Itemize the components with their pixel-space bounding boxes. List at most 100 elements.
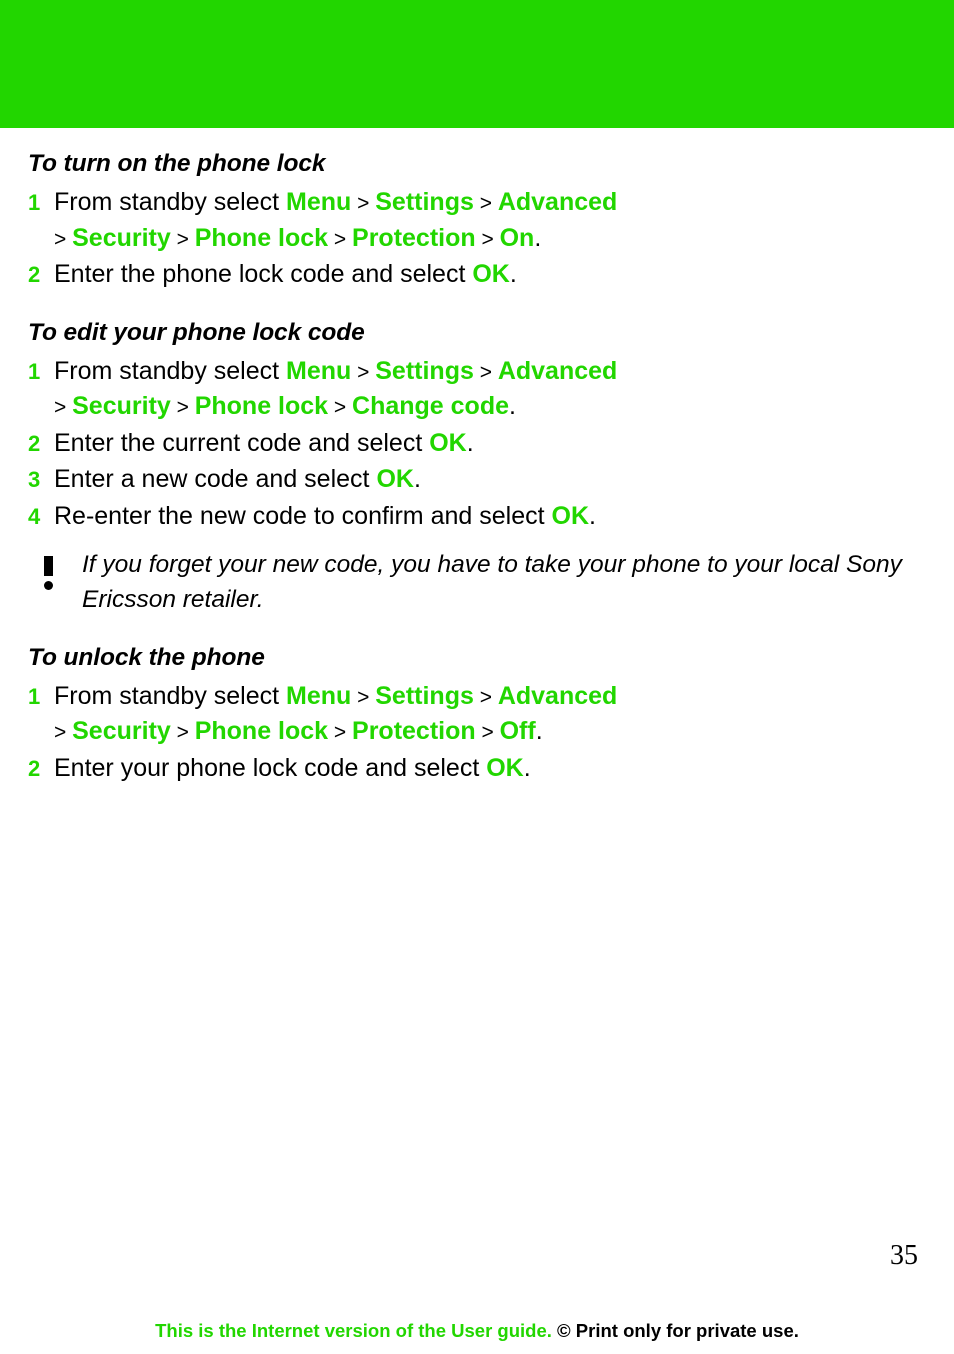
menu-path-item: OK xyxy=(486,753,524,782)
path-separator: > xyxy=(475,721,500,745)
page-number: 35 xyxy=(890,1240,918,1271)
procedure-section: To unlock the phone 1 From standby select … xyxy=(28,644,928,787)
menu-path-item: Settings xyxy=(375,356,474,385)
step-text-fragment: From standby select xyxy=(54,681,287,710)
step-text-fragment: . xyxy=(534,223,542,252)
section-title: To unlock the phone xyxy=(28,643,265,671)
step-number: 2 xyxy=(28,755,41,781)
menu-path-item: Protection xyxy=(352,223,476,252)
procedure-step: 1 From standby select Menu > Settings > A… xyxy=(28,354,928,425)
step-text-fragment: . xyxy=(509,260,517,288)
path-separator: > xyxy=(351,360,376,384)
menu-path-item: OK xyxy=(429,428,467,457)
step-text: Enter your phone lock code and select OK… xyxy=(54,751,928,787)
path-separator: > xyxy=(351,192,376,215)
procedure-step: 3 Enter a new code and select OK. xyxy=(28,462,928,498)
step-text: From standby select Menu > Settings > Ad… xyxy=(54,354,928,425)
procedure-section: To edit your phone lock code 1 From standb… xyxy=(28,319,928,618)
path-separator: > xyxy=(170,396,195,419)
step-text-fragment: Enter the current code and select xyxy=(54,428,430,457)
path-separator: > xyxy=(473,360,498,384)
menu-path-item: Protection xyxy=(352,717,476,746)
step-text-fragment: . xyxy=(589,501,596,530)
top-banner xyxy=(0,0,954,128)
step-text-fragment: . xyxy=(523,753,531,782)
menu-path-item: Menu xyxy=(286,681,352,710)
step-text: From standby select Menu > Settings > Ad… xyxy=(54,185,928,256)
menu-path-item: Change code xyxy=(352,392,510,420)
path-separator: > xyxy=(328,227,353,251)
procedure-step: 1 From standby select Menu > Settings > A… xyxy=(28,679,928,750)
step-text-fragment: . xyxy=(535,717,543,746)
procedure-section: To turn on the phone lock 1 From standby s… xyxy=(28,150,928,293)
step-text-fragment: Enter your phone lock code and select xyxy=(54,753,487,782)
path-separator: > xyxy=(170,227,195,251)
path-separator: > xyxy=(54,721,73,745)
step-number: 2 xyxy=(28,262,41,287)
path-separator: > xyxy=(54,396,73,419)
footer-notice: This is the Internet version of the User… xyxy=(0,1320,954,1342)
menu-path-item: Menu xyxy=(286,356,352,385)
exclamation-icon xyxy=(28,548,82,592)
exclamation-dot xyxy=(44,581,53,590)
path-separator: > xyxy=(170,721,195,745)
path-separator: > xyxy=(54,227,73,251)
section-title: To edit your phone lock code xyxy=(28,318,365,346)
procedure-step: 2 Enter the phone lock code and select OK… xyxy=(28,257,928,293)
step-text-fragment: Enter the phone lock code and select xyxy=(54,260,473,288)
step-number: 1 xyxy=(28,683,41,709)
menu-path-item: Menu xyxy=(286,188,352,216)
path-separator: > xyxy=(475,227,500,251)
procedure-step: 1 From standby select Menu > Settings > A… xyxy=(28,185,928,256)
menu-path-item: On xyxy=(499,223,535,252)
procedure-step: 2 Enter the current code and select OK. xyxy=(28,426,928,462)
path-separator: > xyxy=(473,192,498,215)
note-callout: If you forget your new code, you have to… xyxy=(28,548,928,618)
step-text-fragment: Re-enter the new code to confirm and sel… xyxy=(54,501,552,530)
step-text-fragment: From standby select xyxy=(54,356,287,385)
page-content: To turn on the phone lock 1 From standby s… xyxy=(28,150,928,800)
section-title: To turn on the phone lock xyxy=(28,150,326,177)
step-number: 1 xyxy=(28,190,41,215)
footer-text-part1: This is the Internet version of the User… xyxy=(155,1320,558,1341)
step-text-fragment: Enter a new code and select xyxy=(54,465,377,493)
sections-host: To turn on the phone lock 1 From standby s… xyxy=(28,150,928,786)
menu-path-item: OK xyxy=(376,465,414,493)
procedure-step: 2 Enter your phone lock code and select O… xyxy=(28,751,928,787)
menu-path-item: Advanced xyxy=(497,188,618,216)
menu-path-item: OK xyxy=(472,260,510,288)
footer-text-part2: © Print only for private use. xyxy=(557,1320,799,1341)
menu-path-item: Off xyxy=(499,717,536,746)
menu-path-item: OK xyxy=(551,501,590,530)
step-text-fragment: . xyxy=(509,392,516,420)
menu-path-item: Settings xyxy=(375,681,474,710)
step-text: Enter the current code and select OK. xyxy=(54,426,928,462)
path-separator: > xyxy=(328,396,353,419)
menu-path-item: Phone lock xyxy=(194,392,329,420)
menu-path-item: Security xyxy=(72,717,171,746)
menu-path-item: Advanced xyxy=(497,681,618,710)
menu-path-item: Advanced xyxy=(497,356,618,385)
step-text: Enter the phone lock code and select OK. xyxy=(54,257,928,293)
menu-path-item: Phone lock xyxy=(194,717,329,746)
step-text-fragment: . xyxy=(413,465,421,493)
step-text-fragment: From standby select xyxy=(54,188,287,216)
menu-path-item: Security xyxy=(72,223,171,252)
step-text-fragment: . xyxy=(466,428,474,457)
step-number: 3 xyxy=(28,467,41,492)
menu-path-item: Settings xyxy=(375,188,474,216)
step-text: Enter a new code and select OK. xyxy=(54,462,928,498)
exclamation-bar xyxy=(44,556,53,576)
procedure-step: 4 Re-enter the new code to confirm and se… xyxy=(28,499,928,535)
note-text: If you forget your new code, you have to… xyxy=(82,551,902,613)
step-number: 1 xyxy=(28,358,41,384)
step-number: 2 xyxy=(28,430,41,456)
path-separator: > xyxy=(473,685,498,709)
step-number: 4 xyxy=(28,503,41,529)
path-separator: > xyxy=(351,685,376,709)
path-separator: > xyxy=(328,721,353,745)
menu-path-item: Security xyxy=(72,392,171,420)
menu-path-item: Phone lock xyxy=(194,223,329,252)
step-text: Re-enter the new code to confirm and sel… xyxy=(54,499,928,535)
step-text: From standby select Menu > Settings > Ad… xyxy=(54,679,928,750)
